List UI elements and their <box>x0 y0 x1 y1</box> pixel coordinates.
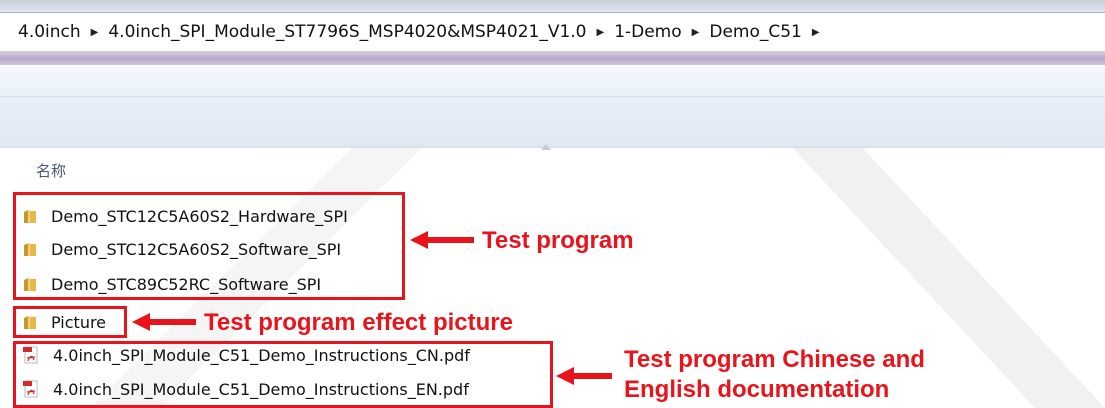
highlight-box-picture <box>13 306 127 338</box>
annotation-doc-line2: English documentation <box>624 376 890 403</box>
sort-arrow-icon[interactable] <box>540 143 552 151</box>
annotation-effect-picture: Test program effect picture <box>204 309 513 336</box>
breadcrumb-item-demo-c51[interactable]: Demo_C51 <box>709 22 802 42</box>
breadcrumb-separator-icon[interactable]: ▶ <box>91 27 99 38</box>
window-chrome-stripe <box>0 51 1105 65</box>
arrow-left-icon <box>556 367 612 385</box>
toolbar-divider <box>0 96 1105 97</box>
breadcrumb-item-demo[interactable]: 1-Demo <box>614 22 681 42</box>
breadcrumb-separator-icon[interactable]: ▶ <box>692 27 700 38</box>
breadcrumb-item-module[interactable]: 4.0inch_SPI_Module_ST7796S_MSP4020&MSP40… <box>108 22 586 42</box>
breadcrumb-separator-icon[interactable]: ▶ <box>812 27 820 38</box>
toolbar <box>0 65 1105 148</box>
arrow-left-icon <box>132 313 196 331</box>
address-bar[interactable]: 4.0inch ▶ 4.0inch_SPI_Module_ST7796S_MSP… <box>0 12 1105 52</box>
highlight-box-test-programs <box>13 192 405 300</box>
breadcrumb-separator-icon[interactable]: ▶ <box>596 27 604 38</box>
breadcrumb: 4.0inch ▶ 4.0inch_SPI_Module_ST7796S_MSP… <box>0 22 830 42</box>
arrow-left-icon <box>410 231 474 249</box>
annotation-test-program: Test program <box>482 227 634 254</box>
breadcrumb-item-4inch[interactable]: 4.0inch <box>18 22 81 42</box>
highlight-box-documentation <box>13 341 553 408</box>
window-top-strip <box>0 0 1105 12</box>
annotation-doc-line1: Test program Chinese and <box>624 346 925 373</box>
column-header-name[interactable]: 名称 <box>36 160 66 181</box>
